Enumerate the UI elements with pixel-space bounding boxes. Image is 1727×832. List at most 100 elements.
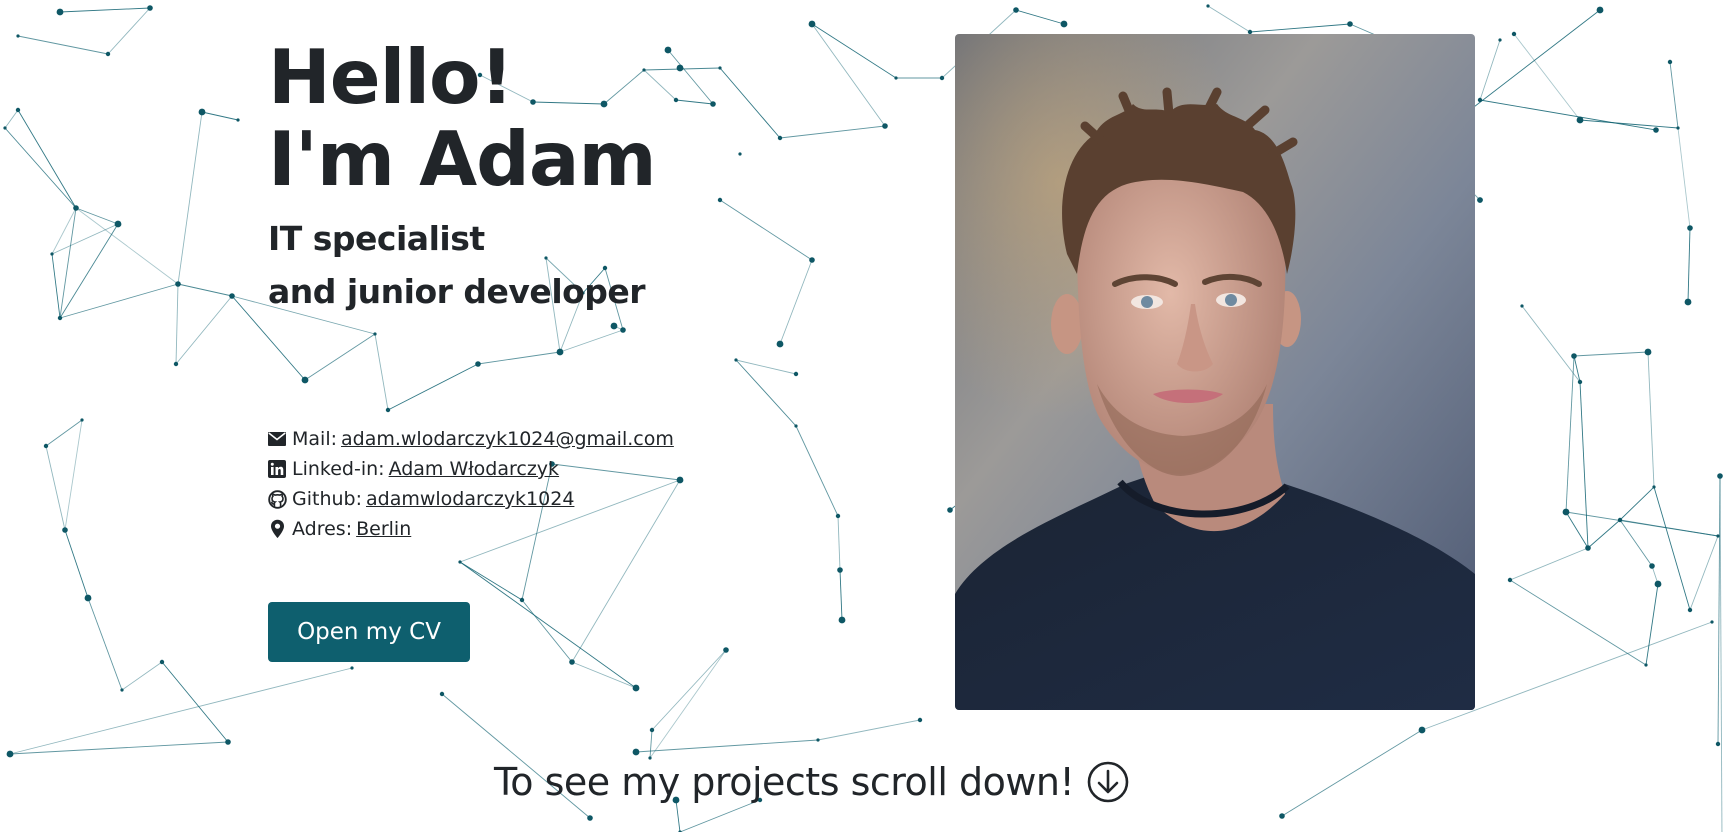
network-edge [1281,729,1423,817]
network-node [776,340,784,348]
network-edge [75,207,119,225]
network-node [73,205,79,211]
network-node [1418,726,1426,734]
network-edge [59,207,77,319]
network-edge [1521,305,1581,383]
network-node [1206,4,1210,8]
mail-link[interactable]: adam.wlodarczyk1024@gmail.com [341,424,674,454]
contact-address-label: Adres: [292,518,353,540]
network-edge [107,7,151,55]
network-edge [651,649,727,731]
network-edge [1479,39,1501,101]
network-node [1577,379,1583,385]
network-node [816,738,820,742]
network-edge [817,719,921,741]
network-edge [1717,475,1721,745]
envelope-icon [267,429,287,449]
network-node [939,75,945,81]
greeting-line-1: Hello! [268,33,514,121]
network-node [632,684,640,692]
github-link[interactable]: adamwlodarczyk1024 [366,484,574,514]
github-icon [267,489,287,509]
network-edge [679,799,761,832]
network-node [632,748,640,756]
network-node [159,659,165,665]
network-node [43,443,49,449]
network-node [1684,298,1692,306]
network-edge [51,253,61,319]
linkedin-link[interactable]: Adam Włodarczyk [389,454,560,484]
network-node [1507,577,1513,583]
network-edge [571,661,637,689]
network-edge [1669,61,1679,129]
map-pin-icon [267,519,287,539]
network-edge [1249,23,1351,33]
scroll-hint-text: To see my projects scroll down! [494,760,1075,804]
greeting-line-2: I'm Adam [268,115,657,203]
network-edge [9,667,353,755]
network-node [15,107,21,113]
page: Hello! I'm Adam IT specialist and junior… [0,0,1727,832]
network-node [947,507,953,513]
network-node [84,594,92,602]
network-edge [175,295,233,365]
network-node [1511,31,1517,37]
network-edge [839,569,843,621]
contact-github-label: Github: [292,488,362,510]
network-node [1676,126,1680,130]
network-edge [17,109,77,209]
network-node [1716,534,1720,538]
network-edge [811,23,886,127]
network-edge [1573,351,1649,357]
open-cv-button[interactable]: Open my CV [268,602,470,662]
network-node [676,64,684,72]
network-node [3,126,7,130]
network-node [1060,20,1068,28]
network-edge [811,23,897,79]
network-node [734,358,738,362]
network-edge [779,125,886,139]
network-node [710,101,716,107]
network-edge [87,597,123,691]
network-node [175,281,181,287]
arrow-down-circle-icon[interactable] [1086,760,1130,804]
network-edge [1653,486,1691,611]
network-node [808,20,816,28]
network-edge [177,283,233,297]
scroll-hint: To see my projects scroll down! [494,760,1130,804]
network-node [1667,59,1673,65]
contact-list: Mail: adam.wlodarczyk1024@gmail.com Link… [267,424,674,544]
network-edge [121,661,163,691]
network-node [16,34,20,38]
contact-address: Adres: Berlin [267,514,674,544]
network-edge [75,207,179,285]
network-node [777,135,783,141]
network-node [1644,348,1652,356]
network-node [917,717,923,723]
network-node [676,476,684,484]
network-edge [795,425,839,517]
network-node [1520,304,1524,308]
subtitle-line-2: and junior developer [268,272,646,311]
network-node [1585,545,1591,551]
network-node [1477,197,1483,203]
network-node [1562,508,1570,516]
network-node [120,688,124,692]
network-node [1576,116,1584,124]
network-edge [719,199,813,261]
contact-mail: Mail: adam.wlodarczyk1024@gmail.com [267,424,674,454]
address-link[interactable]: Berlin [356,514,411,544]
network-node [1279,813,1285,819]
network-edge [667,49,714,105]
network-edge [1687,227,1691,303]
network-edge [1619,486,1655,521]
network-node [1653,127,1659,133]
subtitle-line-1: IT specialist [268,219,485,258]
network-node [1717,473,1723,479]
network-node [835,513,841,519]
network-node [225,739,231,745]
network-node [6,750,14,758]
network-edge [735,359,797,427]
network-node [587,815,593,821]
contact-github: Github: adamwlodarczyk1024 [267,484,674,514]
